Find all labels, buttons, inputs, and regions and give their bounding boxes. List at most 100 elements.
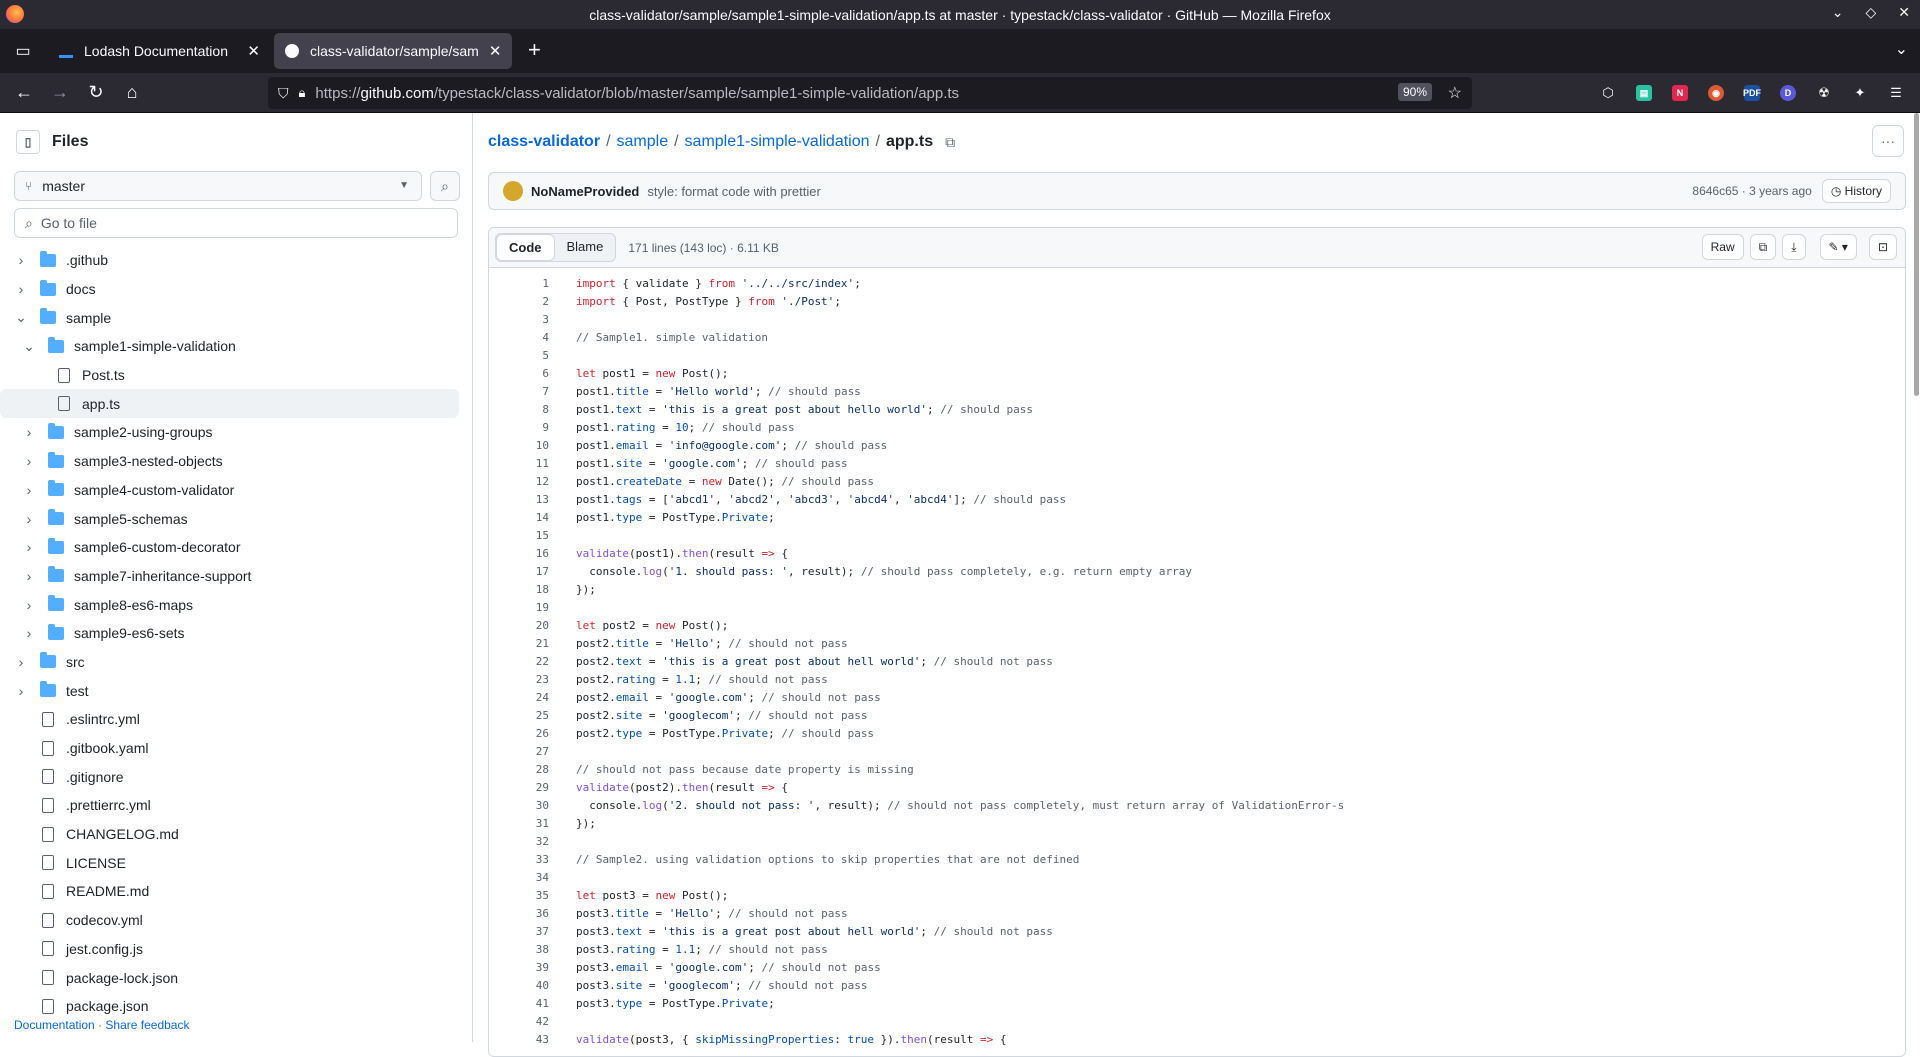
tree-folder[interactable]: › test	[0, 676, 473, 705]
line-number[interactable]: 11	[489, 457, 549, 470]
line-number[interactable]: 35	[489, 889, 549, 902]
line-number[interactable]: 2	[489, 295, 549, 308]
duckduckgo-icon[interactable]: ◉	[1702, 77, 1730, 109]
chevron-right-icon[interactable]: ›	[14, 683, 28, 699]
home-icon[interactable]: ⌂	[114, 77, 150, 109]
commit-author[interactable]: NoNameProvided	[531, 184, 639, 199]
avatar[interactable]	[503, 181, 523, 201]
profile-d-icon[interactable]: D	[1774, 77, 1802, 109]
lock-icon[interactable]: 🔒︎	[299, 85, 306, 101]
tree-file[interactable]: Post.ts	[0, 361, 473, 390]
save-icon[interactable]: ▤	[1630, 77, 1658, 109]
tree-folder[interactable]: › sample7-inheritance-support	[0, 562, 473, 591]
line-number[interactable]: 22	[489, 655, 549, 668]
line-number[interactable]: 39	[489, 961, 549, 974]
line-number[interactable]: 30	[489, 799, 549, 812]
chevron-right-icon[interactable]: ›	[22, 568, 36, 584]
breadcrumb-repo[interactable]: class-validator	[488, 133, 600, 151]
line-number[interactable]: 38	[489, 943, 549, 956]
search-button[interactable]: ⌕	[430, 171, 460, 201]
scrollbar-thumb[interactable]	[1914, 113, 1919, 396]
line-number[interactable]: 34	[489, 871, 549, 884]
line-number[interactable]: 42	[489, 1015, 549, 1028]
line-number[interactable]: 26	[489, 727, 549, 740]
tree-folder[interactable]: ⌄ sample1-simple-validation	[0, 332, 473, 361]
line-number[interactable]: 12	[489, 475, 549, 488]
copy-raw-icon[interactable]: ⧉	[1749, 234, 1777, 260]
breadcrumb-sample1[interactable]: sample1-simple-validation	[685, 133, 870, 151]
line-number[interactable]: 36	[489, 907, 549, 920]
history-button[interactable]: ◷ History	[1821, 179, 1891, 203]
forward-icon[interactable]: →	[42, 77, 78, 109]
tree-folder[interactable]: ⌄ sample	[0, 303, 473, 332]
tree-folder[interactable]: › sample5-schemas	[0, 504, 473, 533]
line-number[interactable]: 40	[489, 979, 549, 992]
minimize-icon[interactable]: ⌄	[1832, 4, 1844, 21]
tree-file[interactable]: .eslintrc.yml	[0, 705, 473, 734]
tree-file[interactable]: .gitbook.yaml	[0, 734, 473, 763]
commit-message[interactable]: style: format code with prettier	[647, 184, 820, 199]
tree-folder[interactable]: › docs	[0, 275, 473, 304]
close-tab-icon[interactable]: ✕	[489, 42, 502, 60]
line-number[interactable]: 29	[489, 781, 549, 794]
download-icon[interactable]: ⤓	[1782, 234, 1806, 260]
line-number[interactable]: 6	[489, 367, 549, 380]
line-number[interactable]: 24	[489, 691, 549, 704]
extension-new-icon[interactable]: N	[1666, 77, 1694, 109]
pdf-icon[interactable]: PDF	[1738, 77, 1766, 109]
breadcrumb-sample[interactable]: sample	[617, 133, 669, 151]
tab-code[interactable]: Code	[496, 234, 555, 261]
more-options-icon[interactable]: ···	[1872, 125, 1904, 157]
tree-folder[interactable]: › sample6-custom-decorator	[0, 533, 473, 562]
chevron-right-icon[interactable]: ›	[14, 654, 28, 670]
tab-lodash[interactable]: Lodash Documentation ✕	[48, 33, 270, 69]
extension-icon[interactable]: ☢	[1810, 77, 1838, 109]
line-number[interactable]: 32	[489, 835, 549, 848]
go-to-file-input[interactable]: ⌕ Go to file	[14, 208, 458, 238]
reload-icon[interactable]: ↻	[78, 77, 114, 109]
line-number[interactable]: 4	[489, 331, 549, 344]
commit-sha[interactable]: 8646c65	[1692, 184, 1738, 198]
shield-icon[interactable]: ⛉	[278, 85, 289, 102]
line-number[interactable]: 1	[489, 277, 549, 290]
tree-folder[interactable]: › sample8-es6-maps	[0, 590, 473, 619]
close-window-icon[interactable]: ✕	[1898, 4, 1910, 21]
line-number[interactable]: 20	[489, 619, 549, 632]
tab-github[interactable]: class-validator/sample/sam ✕	[274, 33, 512, 69]
chevron-right-icon[interactable]: ›	[14, 281, 28, 297]
symbols-panel-icon[interactable]: ⊡	[1868, 234, 1897, 260]
raw-button[interactable]: Raw	[1701, 234, 1744, 260]
puzzle-icon[interactable]: ✦	[1846, 77, 1874, 109]
line-number[interactable]: 23	[489, 673, 549, 686]
close-tab-icon[interactable]: ✕	[247, 42, 260, 60]
line-number[interactable]: 3	[489, 313, 549, 326]
line-number[interactable]: 17	[489, 565, 549, 578]
share-feedback-link[interactable]: Share feedback	[105, 1018, 189, 1032]
maximize-icon[interactable]: ◇	[1865, 4, 1876, 21]
line-number[interactable]: 13	[489, 493, 549, 506]
page-scrollbar[interactable]	[1912, 113, 1920, 1042]
chevron-right-icon[interactable]: ›	[22, 482, 36, 498]
line-number[interactable]: 21	[489, 637, 549, 650]
line-number[interactable]: 7	[489, 385, 549, 398]
edit-icon[interactable]: ✎ ▾	[1819, 234, 1857, 260]
tree-folder[interactable]: › sample2-using-groups	[0, 418, 473, 447]
tree-folder[interactable]: › src	[0, 648, 473, 677]
menu-icon[interactable]: ☰	[1882, 77, 1910, 109]
tree-file[interactable]: codecov.yml	[0, 906, 473, 935]
tree-file[interactable]: .gitignore	[0, 762, 473, 791]
line-number[interactable]: 27	[489, 745, 549, 758]
chevron-right-icon[interactable]: ›	[22, 597, 36, 613]
line-number[interactable]: 5	[489, 349, 549, 362]
tree-file[interactable]: LICENSE	[0, 848, 473, 877]
tree-file[interactable]: package-lock.json	[0, 963, 473, 992]
chevron-down-icon[interactable]: ⌄	[22, 338, 36, 355]
pocket-icon[interactable]: ⬡	[1594, 77, 1622, 109]
url-bar[interactable]: ⛉ 🔒︎ https://github.com/typestack/class-…	[268, 77, 1472, 109]
chevron-down-icon[interactable]: ⌄	[1895, 39, 1908, 59]
url-text[interactable]: https://github.com/typestack/class-valid…	[315, 85, 959, 102]
tree-file[interactable]: .prettierrc.yml	[0, 791, 473, 820]
tree-file[interactable]: app.ts	[0, 389, 459, 419]
line-number[interactable]: 28	[489, 763, 549, 776]
zoom-level-badge[interactable]: 90%	[1397, 83, 1432, 101]
